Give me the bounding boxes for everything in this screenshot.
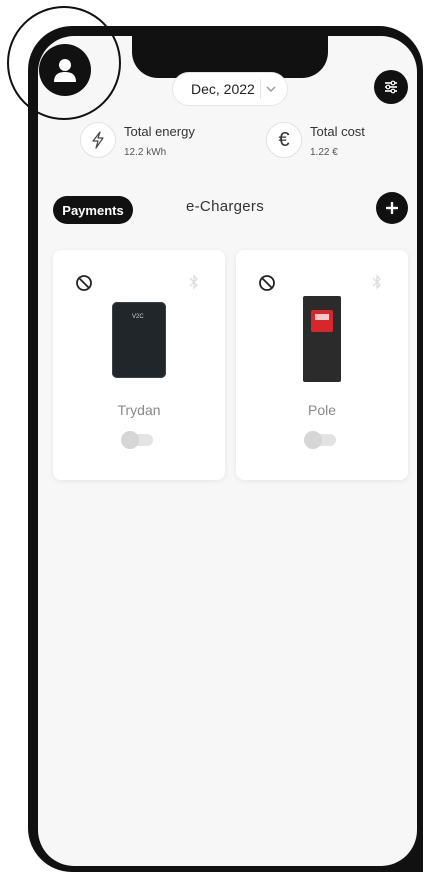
bluetooth-icon — [372, 274, 382, 295]
charger-brand-text: V2C — [132, 314, 144, 320]
total-energy-label: Total energy — [124, 124, 195, 139]
user-icon — [54, 59, 76, 82]
charger-image-trydan: V2C — [112, 302, 166, 378]
chevron-down-icon — [260, 79, 281, 99]
charger-name: Trydan — [117, 402, 161, 418]
euro-icon: € — [266, 122, 302, 158]
filter-button[interactable] — [374, 70, 408, 104]
total-cost-value: 1.22 € — [310, 147, 338, 158]
bluetooth-icon — [189, 274, 199, 295]
charger-toggle[interactable] — [121, 431, 153, 449]
euro-symbol: € — [278, 128, 290, 151]
total-energy-value: 12.2 kWh — [124, 147, 167, 158]
add-charger-button[interactable] — [376, 192, 408, 224]
power-off-icon[interactable] — [258, 274, 276, 297]
tab-payments[interactable]: Payments — [53, 196, 133, 224]
lightning-icon — [80, 122, 116, 158]
toggle-knob — [304, 431, 322, 449]
charger-name: Pole — [307, 402, 337, 418]
total-cost-stat: € Total cost 1.22 € — [266, 122, 365, 158]
total-cost-label: Total cost — [310, 124, 365, 139]
charger-image-pole — [303, 296, 341, 382]
power-off-icon[interactable] — [75, 274, 93, 297]
profile-avatar-button[interactable] — [39, 44, 91, 96]
charger-toggle[interactable] — [304, 431, 336, 449]
month-selector[interactable]: Dec, 2022 — [172, 72, 288, 106]
sliders-icon — [385, 80, 397, 94]
charger-card-trydan[interactable]: V2C Trydan — [53, 250, 225, 480]
total-energy-stat: Total energy 12.2 kWh — [80, 122, 195, 158]
tab-e-chargers[interactable]: e-Chargers — [186, 198, 264, 215]
month-selector-value: Dec, 2022 — [191, 81, 255, 97]
charger-card-pole[interactable]: Pole — [236, 250, 408, 480]
plus-icon — [386, 202, 398, 214]
toggle-knob — [121, 431, 139, 449]
